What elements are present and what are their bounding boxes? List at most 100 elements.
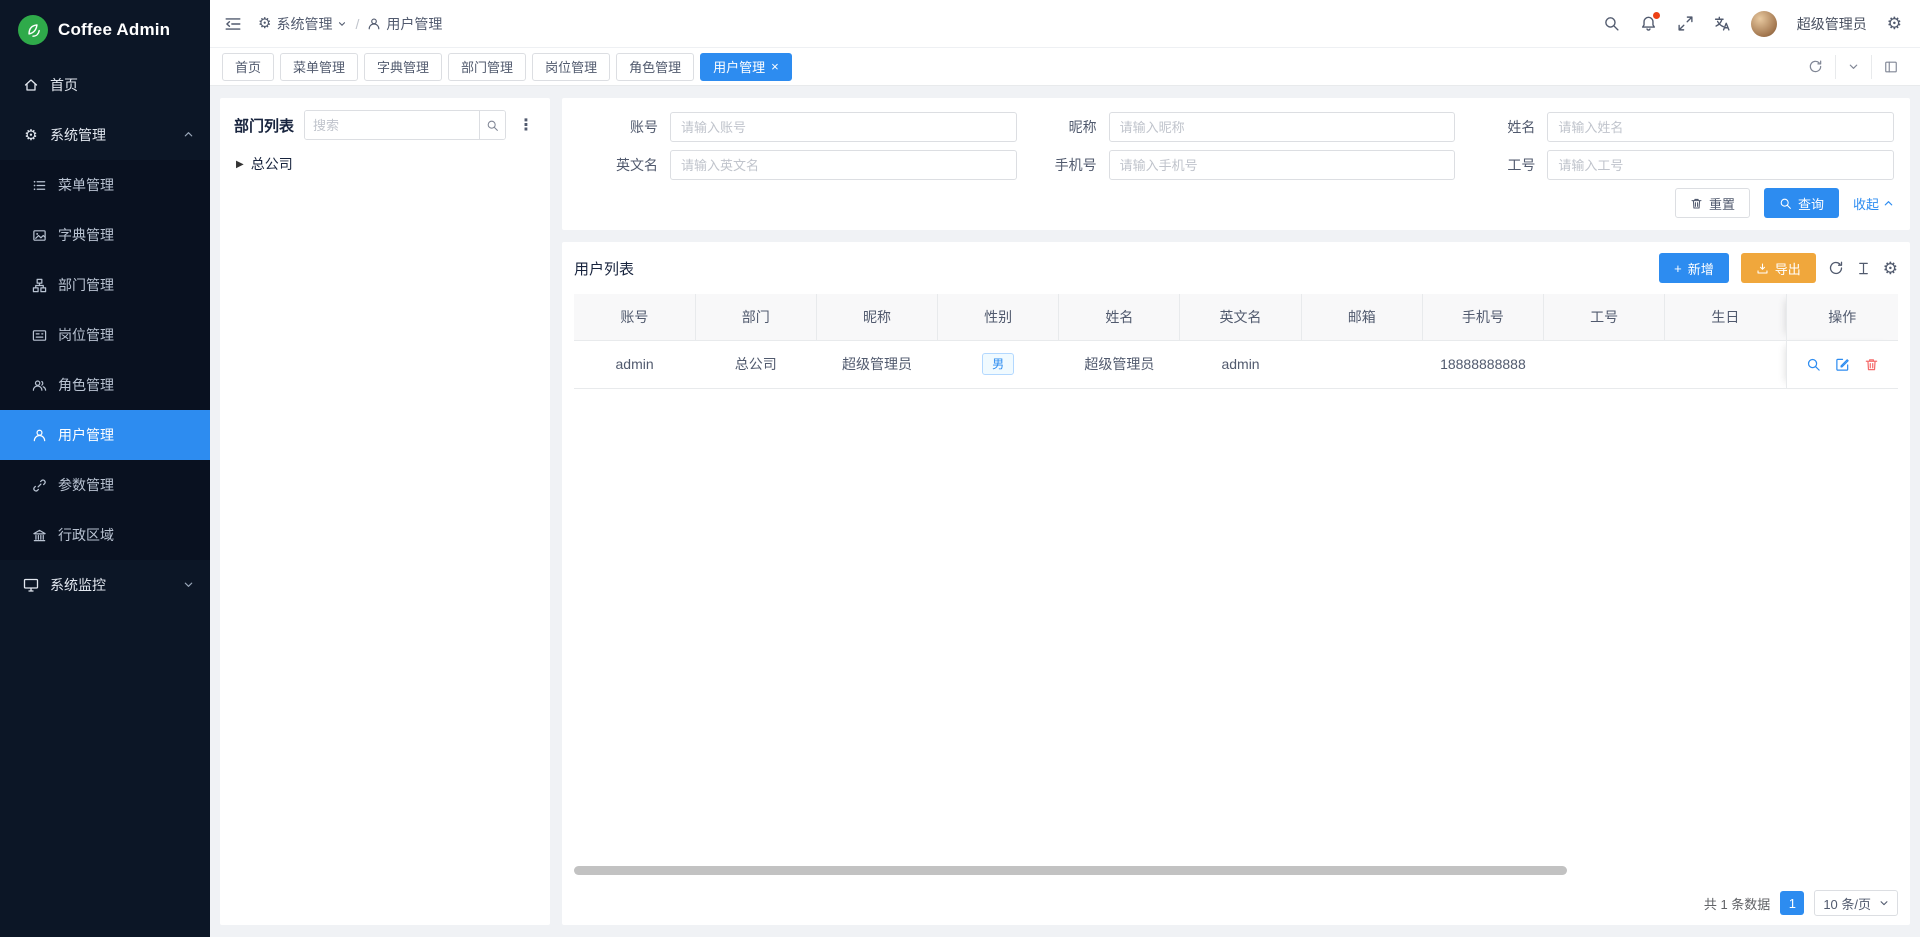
tab-label: 岗位管理 bbox=[545, 57, 597, 76]
field-label: 账号 bbox=[578, 117, 670, 137]
horizontal-scrollbar[interactable] bbox=[574, 866, 1567, 875]
col-header-english-name: 英文名 bbox=[1180, 294, 1301, 340]
breadcrumb-system-management[interactable]: ⚙ 系统管理 bbox=[258, 14, 347, 34]
cell-nickname: 超级管理员 bbox=[816, 340, 937, 388]
plus-icon: + bbox=[1674, 261, 1682, 276]
sidebar-item-label: 参数管理 bbox=[58, 475, 194, 495]
system-management-submenu: 菜单管理 字典管理 部门管理 bbox=[0, 160, 210, 560]
pagination-total: 共 1 条数据 bbox=[1704, 894, 1770, 913]
breadcrumb-label: 系统管理 bbox=[276, 14, 332, 34]
english-name-input[interactable] bbox=[670, 150, 1017, 180]
field-phone: 手机号 bbox=[1017, 150, 1456, 180]
page-size-select[interactable]: 10 条/页 bbox=[1814, 890, 1898, 916]
sidebar-item-system-monitor[interactable]: 系统监控 bbox=[0, 560, 210, 610]
field-nickname: 昵称 bbox=[1017, 112, 1456, 142]
user-list-header: 用户列表 + 新增 导出 bbox=[574, 242, 1898, 294]
trash-icon bbox=[1690, 197, 1703, 210]
tab-dict-management[interactable]: 字典管理 bbox=[364, 53, 442, 81]
tab-post-management[interactable]: 岗位管理 bbox=[532, 53, 610, 81]
fullscreen-icon[interactable] bbox=[1677, 15, 1694, 32]
notification-bell-icon[interactable] bbox=[1640, 15, 1657, 32]
search-icon bbox=[486, 119, 499, 132]
filter-form: 账号 昵称 姓名 英文名 bbox=[578, 112, 1894, 180]
cell-job-number bbox=[1544, 340, 1665, 388]
account-input[interactable] bbox=[670, 112, 1017, 142]
export-button[interactable]: 导出 bbox=[1741, 253, 1816, 283]
sidebar-item-role-management[interactable]: 角色管理 bbox=[0, 360, 210, 410]
sidebar-item-param-management[interactable]: 参数管理 bbox=[0, 460, 210, 510]
phone-input[interactable] bbox=[1109, 150, 1456, 180]
tab-options-chevron-icon[interactable] bbox=[1835, 55, 1871, 79]
sidebar-item-home[interactable]: 首页 bbox=[0, 60, 210, 110]
sidebar-item-admin-region[interactable]: 行政区域 bbox=[0, 510, 210, 560]
app-title: Coffee Admin bbox=[58, 20, 170, 40]
department-search-input[interactable] bbox=[305, 111, 479, 139]
link-icon bbox=[30, 478, 48, 493]
tab-user-management[interactable]: 用户管理 × bbox=[700, 53, 792, 81]
refresh-table-button[interactable] bbox=[1828, 260, 1844, 276]
more-vertical-icon[interactable]: ⋮ bbox=[516, 115, 536, 135]
sidebar: Coffee Admin 首页 ⚙ 系统管理 bbox=[0, 0, 210, 937]
filter-card: 账号 昵称 姓名 英文名 bbox=[562, 98, 1910, 230]
sidebar-item-menu-management[interactable]: 菜单管理 bbox=[0, 160, 210, 210]
tab-dept-management[interactable]: 部门管理 bbox=[448, 53, 526, 81]
col-header-nickname: 昵称 bbox=[816, 294, 937, 340]
sidebar-item-dept-management[interactable]: 部门管理 bbox=[0, 260, 210, 310]
department-search-button[interactable] bbox=[479, 111, 505, 139]
field-label: 昵称 bbox=[1017, 117, 1109, 137]
breadcrumb-user-management[interactable]: 用户管理 bbox=[367, 14, 442, 34]
search-button[interactable]: 查询 bbox=[1764, 188, 1839, 218]
col-header-phone: 手机号 bbox=[1422, 294, 1543, 340]
sidebar-item-user-management[interactable]: 用户管理 bbox=[0, 410, 210, 460]
translate-icon[interactable] bbox=[1714, 15, 1731, 32]
sidebar-item-dict-management[interactable]: 字典管理 bbox=[0, 210, 210, 260]
job-number-input[interactable] bbox=[1547, 150, 1894, 180]
delete-user-button[interactable] bbox=[1864, 357, 1879, 372]
right-column: 账号 昵称 姓名 英文名 bbox=[562, 98, 1910, 925]
layout-toggle-icon[interactable] bbox=[1871, 55, 1910, 79]
sidebar-collapse-button[interactable] bbox=[224, 15, 242, 33]
reset-button[interactable]: 重置 bbox=[1675, 188, 1750, 218]
tab-menu-management[interactable]: 菜单管理 bbox=[280, 53, 358, 81]
collapse-filters-link[interactable]: 收起 bbox=[1853, 194, 1894, 213]
monitor-icon bbox=[22, 577, 40, 593]
tree-node-head-office[interactable]: ▶ 总公司 bbox=[236, 154, 534, 174]
sidebar-item-post-management[interactable]: 岗位管理 bbox=[0, 310, 210, 360]
gear-icon: ⚙ bbox=[258, 16, 271, 31]
tab-label: 菜单管理 bbox=[293, 57, 345, 76]
refresh-tab-button[interactable] bbox=[1796, 55, 1835, 79]
edit-user-button[interactable] bbox=[1835, 357, 1850, 372]
cell-english-name: admin bbox=[1180, 340, 1301, 388]
user-avatar[interactable] bbox=[1751, 11, 1777, 37]
search-label: 查询 bbox=[1798, 194, 1824, 213]
sidebar-item-label: 角色管理 bbox=[58, 375, 194, 395]
chevron-up-icon bbox=[183, 127, 194, 143]
breadcrumb-label: 用户管理 bbox=[386, 14, 442, 34]
list-icon bbox=[30, 178, 48, 193]
col-header-actions: 操作 bbox=[1786, 294, 1898, 340]
tree-expand-caret-icon[interactable]: ▶ bbox=[236, 159, 244, 170]
tab-home[interactable]: 首页 bbox=[222, 53, 274, 81]
sidebar-item-label: 首页 bbox=[50, 75, 194, 95]
name-input[interactable] bbox=[1547, 112, 1894, 142]
search-icon[interactable] bbox=[1603, 15, 1620, 32]
page-number-button[interactable]: 1 bbox=[1780, 891, 1804, 915]
nickname-input[interactable] bbox=[1109, 112, 1456, 142]
settings-gear-icon[interactable]: ⚙ bbox=[1887, 15, 1902, 32]
department-search-group bbox=[304, 110, 506, 140]
row-height-icon[interactable] bbox=[1856, 261, 1871, 276]
current-username[interactable]: 超级管理员 bbox=[1797, 14, 1867, 34]
add-label: 新增 bbox=[1688, 259, 1714, 278]
column-settings-gear-icon[interactable]: ⚙ bbox=[1883, 260, 1898, 277]
search-icon bbox=[1806, 357, 1821, 372]
tree-node-label: 总公司 bbox=[251, 154, 293, 174]
tab-role-management[interactable]: 角色管理 bbox=[616, 53, 694, 81]
add-user-button[interactable]: + 新增 bbox=[1659, 253, 1729, 283]
sidebar-item-system-management[interactable]: ⚙ 系统管理 bbox=[0, 110, 210, 160]
user-table: 账号 部门 昵称 性别 姓名 英文名 邮箱 手机号 工号 生日 bbox=[574, 294, 1898, 389]
notification-badge bbox=[1653, 12, 1660, 19]
chevron-up-icon bbox=[1883, 198, 1894, 209]
view-user-button[interactable] bbox=[1806, 357, 1821, 372]
content-area: 部门列表 ⋮ ▶ 总公司 bbox=[210, 86, 1920, 937]
close-icon[interactable]: × bbox=[771, 60, 779, 73]
